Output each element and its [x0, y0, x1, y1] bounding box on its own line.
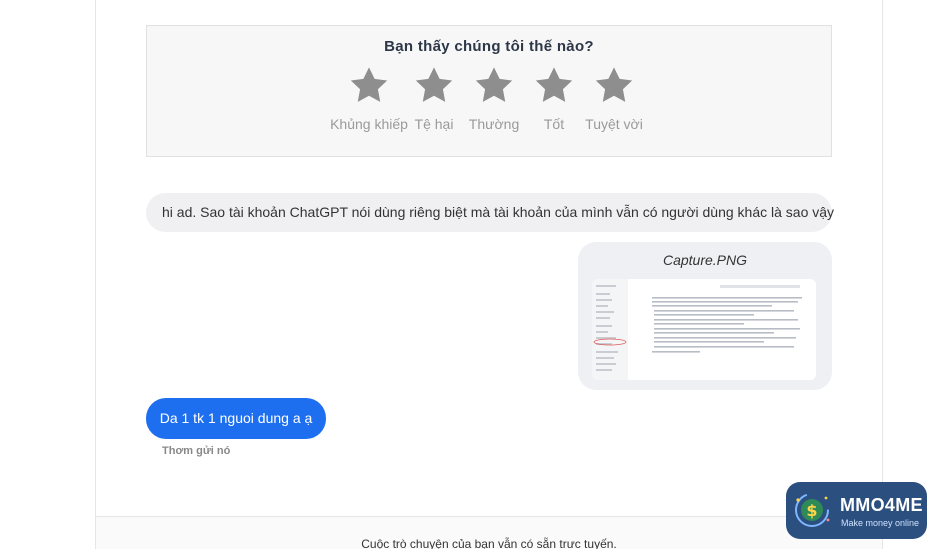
rating-option-5[interactable]: Tuyệt vời: [574, 66, 654, 132]
outgoing-message: Da 1 tk 1 nguoi dung a ạ: [146, 398, 326, 439]
star-icon: [475, 67, 513, 102]
brand-name: MMO4ME: [840, 495, 923, 515]
screenshot-preview-image: [592, 279, 816, 380]
dollar-coin-icon: $: [795, 493, 830, 527]
footer-status: Cuộc trò chuyện của bạn vẫn có sẵn trực …: [361, 537, 617, 549]
brand-tagline: Make money online: [841, 518, 920, 528]
incoming-message: hi ad. Sao tài khoản ChatGPT nói dùng ri…: [146, 193, 834, 232]
star-icon: [535, 67, 573, 102]
rating-title: Bạn thấy chúng tôi thế nào?: [384, 38, 594, 55]
attachment-filename: Capture.PNG: [662, 252, 748, 268]
image-attachment[interactable]: Capture.PNG: [578, 242, 832, 390]
star-icon: [595, 67, 633, 102]
rating-label: Tuyệt vời: [585, 116, 643, 132]
svg-text:$: $: [806, 501, 817, 520]
brand-badge[interactable]: $ MMO4ME Make money online: [786, 482, 927, 539]
star-icon: [350, 67, 388, 102]
sender-name: Thơm gửi nó: [162, 445, 231, 457]
footer-bar: Cuộc trò chuyện của bạn vẫn có sẵn trực …: [96, 516, 882, 549]
star-icon: [415, 67, 453, 102]
attachment-thumbnail[interactable]: [592, 279, 816, 380]
rating-card: Bạn thấy chúng tôi thế nào? Khủng khiếp …: [146, 25, 832, 157]
